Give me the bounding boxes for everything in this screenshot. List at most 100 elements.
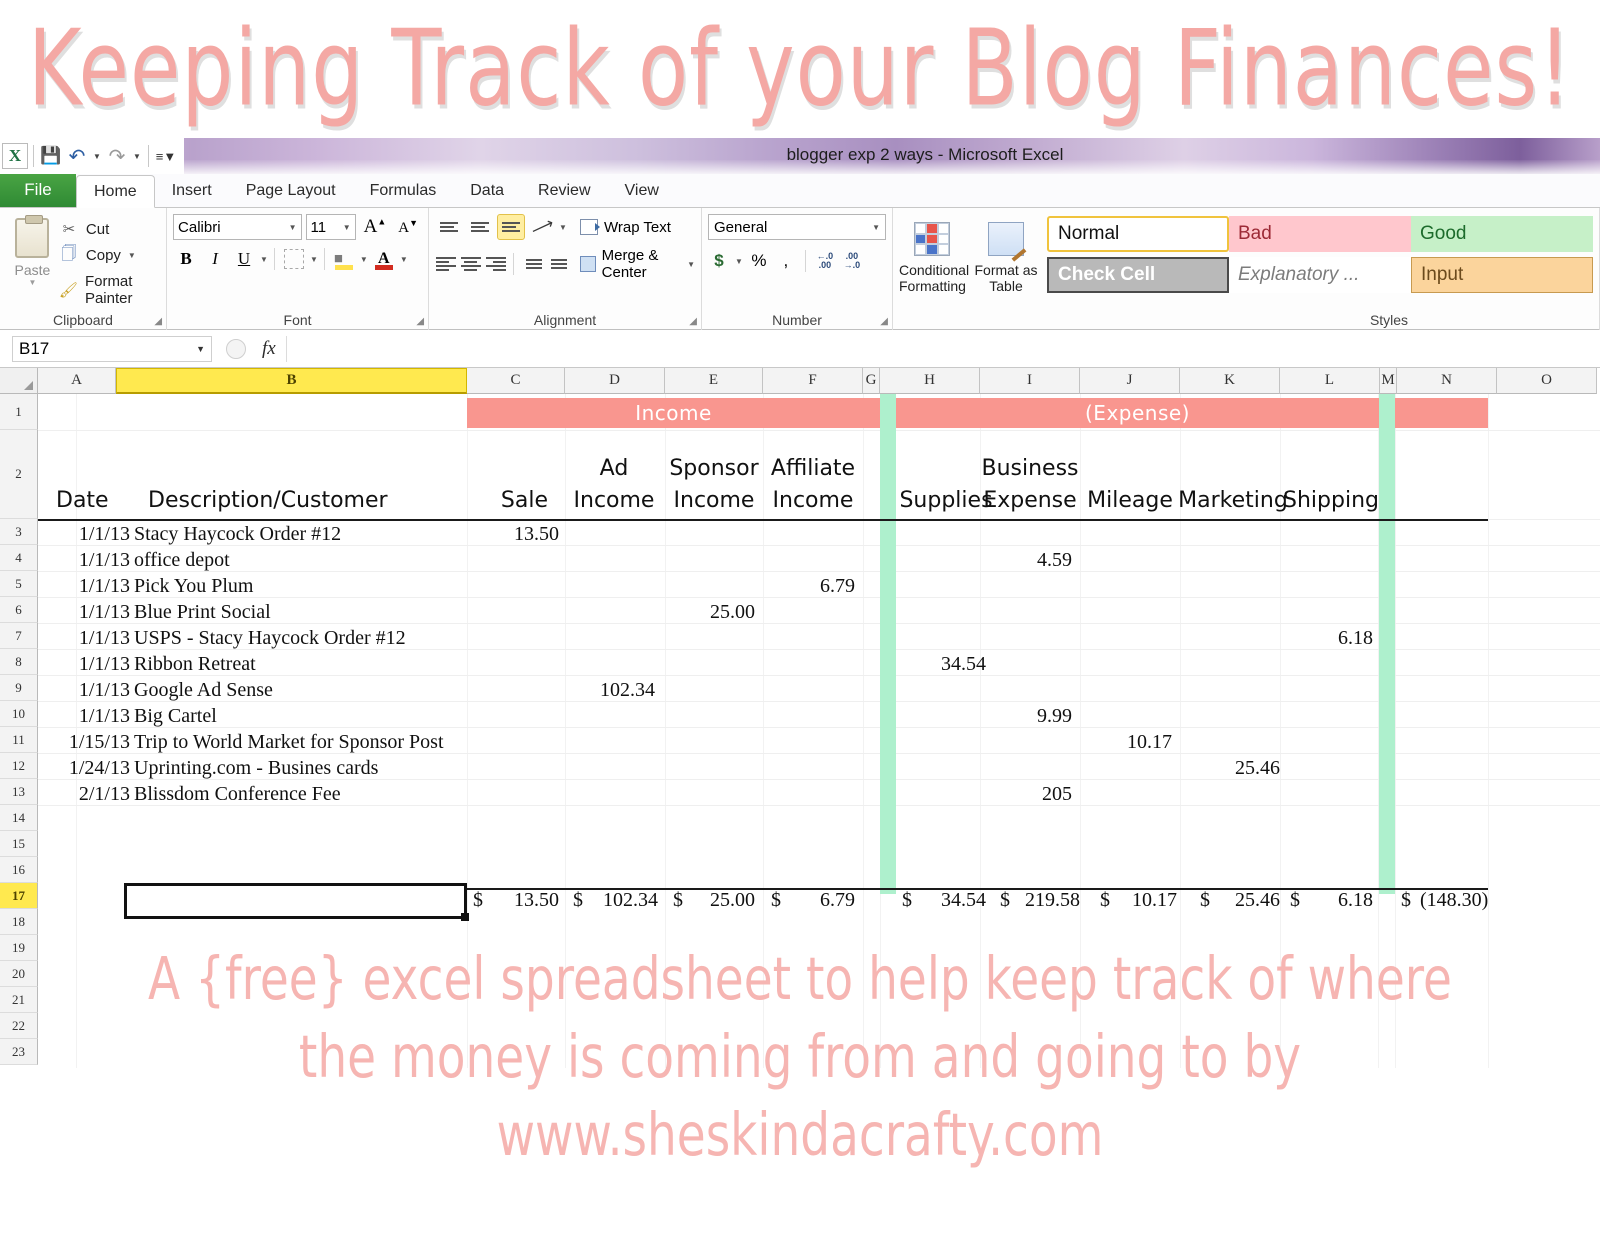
italic-button[interactable]: I [202,246,228,272]
cell-description[interactable]: Pick You Plum [134,575,254,598]
totals-affiliate-income[interactable]: 6.79 [763,889,855,912]
totals-sponsor-income[interactable]: 25.00 [665,889,755,912]
expand-formula-bar-icon[interactable] [226,338,246,359]
cell-description[interactable]: Ribbon Retreat [134,653,256,676]
column-header-I[interactable]: I [980,368,1080,394]
totals-sale[interactable]: 13.50 [467,889,559,912]
cell-description[interactable]: Big Cartel [134,705,217,728]
cell-business-expense[interactable]: 4.59 [980,549,1072,572]
select-all-corner[interactable] [0,368,38,394]
cell-affiliate-income[interactable]: 6.79 [763,575,855,598]
undo-dropdown-icon[interactable]: ▼ [91,152,103,161]
column-header-O[interactable]: O [1497,368,1597,394]
cell-date[interactable]: 1/1/13 [38,705,130,728]
align-bottom-icon[interactable] [497,214,526,240]
bold-button[interactable]: B [173,246,199,272]
insert-function-icon[interactable]: fx [262,338,276,360]
totals-ad-income[interactable]: 102.34 [565,889,658,912]
row-header-9[interactable]: 9 [0,675,38,701]
tab-page-layout[interactable]: Page Layout [229,175,353,207]
column-header-J[interactable]: J [1080,368,1180,394]
currency-format-button[interactable]: $ [708,248,730,274]
row-header-10[interactable]: 10 [0,701,38,727]
redo-icon[interactable]: ↷ [105,144,129,168]
formula-input[interactable] [285,335,1600,362]
cell-shipping[interactable]: 6.18 [1281,627,1373,650]
format-as-table-button[interactable]: Format as Table [973,216,1039,294]
column-header-C[interactable]: C [467,368,565,394]
totals-business-expense[interactable]: 219.58 [980,889,1080,912]
orientation-icon[interactable]: ⟶ [528,214,556,240]
cell-mileage[interactable]: 10.17 [1080,731,1172,754]
decrease-decimal-button[interactable]: .00 →.0 [841,248,863,274]
column-header-A[interactable]: A [38,368,116,394]
number-format-select[interactable]: General ▼ [708,214,886,240]
name-box[interactable]: B17 ▼ [12,335,212,362]
font-color-button[interactable]: A [371,246,397,272]
style-input[interactable]: Input [1411,257,1593,293]
row-header-14[interactable]: 14 [0,805,38,831]
row-header-7[interactable]: 7 [0,623,38,649]
align-middle-icon[interactable] [466,214,494,240]
tab-review[interactable]: Review [521,175,607,207]
cell-ad-income[interactable]: 102.34 [565,679,655,702]
cell-date[interactable]: 1/15/13 [38,731,130,754]
decrease-indent-icon[interactable] [520,251,542,277]
align-right-icon[interactable] [485,251,507,277]
chevron-down-icon[interactable]: ▼ [360,255,368,264]
selected-cell-b17[interactable] [124,883,469,921]
cell-date[interactable]: 1/24/13 [38,757,130,780]
style-check-cell[interactable]: Check Cell [1047,257,1229,293]
chevron-down-icon[interactable]: ▼ [687,260,695,269]
column-header-N[interactable]: N [1397,368,1497,394]
number-dialog-launcher-icon[interactable]: ◢ [880,316,888,327]
cell-date[interactable]: 1/1/13 [38,601,130,624]
grow-font-icon[interactable]: A▲ [360,216,391,238]
row-header-17[interactable]: 17 [0,883,38,909]
align-center-icon[interactable] [460,251,482,277]
chevron-down-icon[interactable]: ▼ [559,223,567,232]
tab-view[interactable]: View [608,175,676,207]
cell-date[interactable]: 1/1/13 [38,523,130,546]
clipboard-dialog-launcher-icon[interactable]: ◢ [154,316,162,327]
cell-business-expense[interactable]: 9.99 [980,705,1072,728]
comma-format-button[interactable]: , [775,248,797,274]
percent-format-button[interactable]: % [748,248,770,274]
wrap-text-button[interactable]: Wrap Text [579,219,671,236]
chevron-down-icon[interactable]: ▼ [735,257,743,266]
tab-insert[interactable]: Insert [155,175,229,207]
format-painter-button[interactable]: 🖌 Format Painter [59,273,160,307]
column-header-B[interactable]: B [116,368,467,394]
row-header-5[interactable]: 5 [0,571,38,597]
merge-center-button[interactable]: Merge & Center ▼ [580,247,695,281]
row-header-15[interactable]: 15 [0,831,38,857]
totals-supplies[interactable]: 34.54 [896,889,986,912]
cell-description[interactable]: Blissdom Conference Fee [134,783,341,806]
style-normal[interactable]: Normal [1047,216,1229,252]
cut-button[interactable]: ✂ Cut [59,220,160,239]
chevron-down-icon[interactable]: ▼ [400,255,408,264]
chevron-down-icon[interactable]: ▼ [310,255,318,264]
cell-business-expense[interactable]: 205 [980,783,1072,806]
chevron-down-icon[interactable]: ▼ [128,251,136,260]
borders-button[interactable] [281,246,307,272]
align-top-icon[interactable] [435,214,463,240]
cell-sponsor-income[interactable]: 25.00 [665,601,755,624]
tab-formulas[interactable]: Formulas [353,175,454,207]
row-header-6[interactable]: 6 [0,597,38,623]
style-good[interactable]: Good [1411,216,1593,252]
row-header-18[interactable]: 18 [0,909,38,935]
copy-button[interactable]: 🗍 Copy ▼ [59,243,160,268]
column-header-F[interactable]: F [763,368,863,394]
shrink-font-icon[interactable]: A▼ [394,218,422,237]
font-family-select[interactable]: Calibri ▼ [173,214,302,240]
cell-date[interactable]: 1/1/13 [38,679,130,702]
row-header-13[interactable]: 13 [0,779,38,805]
row-header-4[interactable]: 4 [0,545,38,571]
cell-date[interactable]: 1/1/13 [38,653,130,676]
row-header-16[interactable]: 16 [0,857,38,883]
cell-supplies[interactable]: 34.54 [896,653,986,676]
cell-date[interactable]: 1/1/13 [38,575,130,598]
cell-description[interactable]: Google Ad Sense [134,679,273,702]
cell-styles-gallery[interactable]: Normal Bad Good Check Cell Explanatory .… [1047,216,1593,293]
